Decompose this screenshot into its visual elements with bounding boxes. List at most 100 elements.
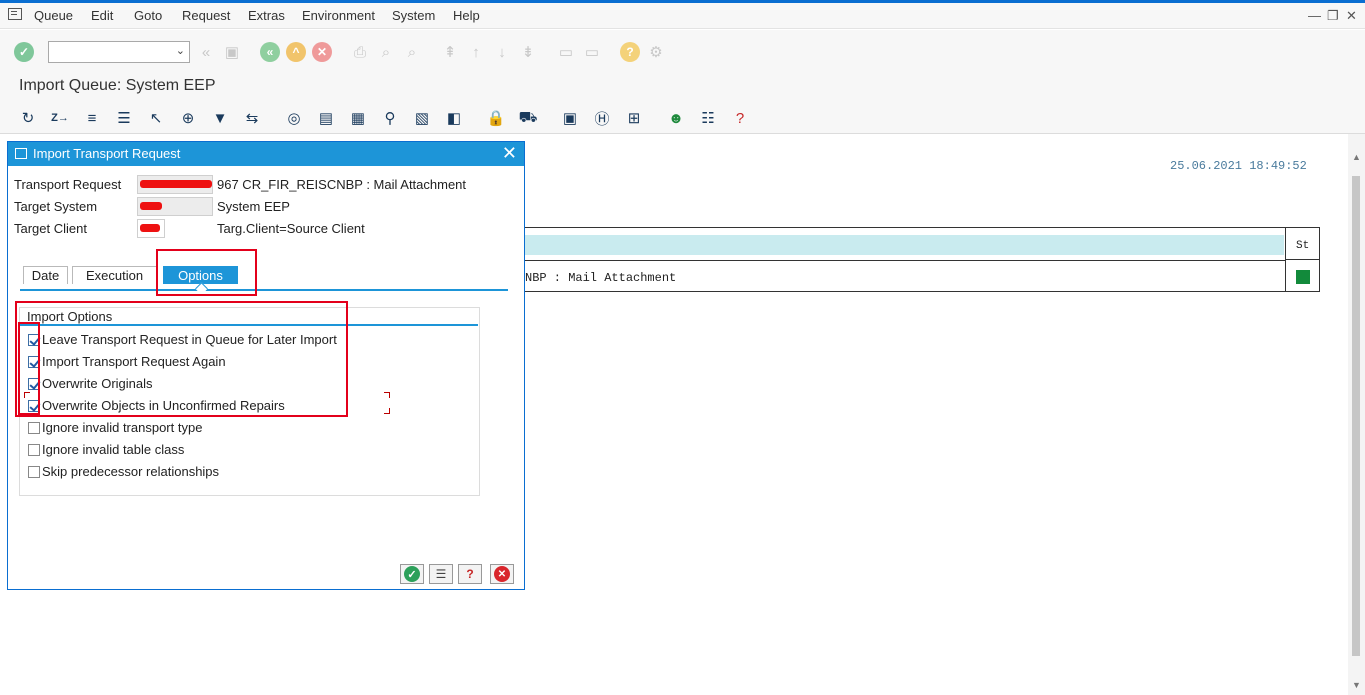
- previous-page-icon[interactable]: ↑: [466, 42, 486, 62]
- menu-extras[interactable]: Extras: [248, 8, 285, 23]
- find-next-icon[interactable]: ⌕: [402, 42, 422, 62]
- settings-gear-icon[interactable]: ⚙: [646, 42, 666, 62]
- filter-icon[interactable]: ▼: [210, 108, 230, 128]
- options-button[interactable]: ☰: [429, 564, 453, 584]
- continue-button[interactable]: ✓: [400, 564, 424, 584]
- dialog-title: Import Transport Request: [33, 146, 181, 161]
- filter-list-icon[interactable]: ☰: [114, 108, 134, 128]
- close-window-icon[interactable]: ✕: [1346, 8, 1357, 24]
- option-label: Ignore invalid transport type: [42, 420, 203, 435]
- enter-icon[interactable]: ✓: [14, 42, 34, 62]
- target-system-description: System EEP: [217, 199, 290, 214]
- scrollbar-thumb[interactable]: [1352, 176, 1360, 656]
- zoom-icon[interactable]: ⊕: [178, 108, 198, 128]
- focus-corner-mark: [384, 408, 390, 414]
- save-icon[interactable]: ▣: [222, 42, 242, 62]
- menu-goto[interactable]: Goto: [134, 8, 162, 23]
- dialog-title-bar[interactable]: Import Transport Request ✕: [8, 142, 524, 166]
- checkbox-unchecked[interactable]: [28, 444, 40, 456]
- user-icon[interactable]: ☻: [666, 108, 686, 128]
- dialog-icon: [15, 148, 27, 159]
- table-divider: [522, 260, 1285, 261]
- option-label: Ignore invalid table class: [42, 442, 185, 457]
- import-all-icon[interactable]: ≡: [82, 108, 102, 128]
- scroll-down-icon[interactable]: ▼: [1352, 680, 1361, 690]
- chevron-down-icon[interactable]: ⌄: [176, 44, 185, 57]
- first-page-icon[interactable]: ⇞: [440, 42, 460, 62]
- menu-system[interactable]: System: [392, 8, 435, 23]
- maximize-icon[interactable]: ❐: [1327, 8, 1339, 24]
- option-label: Skip predecessor relationships: [42, 464, 220, 479]
- page-title: Import Queue: System EEP: [19, 77, 216, 94]
- monitor-icon[interactable]: ▣: [560, 108, 580, 128]
- target-system-field[interactable]: [137, 197, 213, 216]
- next-page-icon[interactable]: ↓: [492, 42, 512, 62]
- options-icon: ☰: [435, 567, 447, 581]
- back-icon[interactable]: «: [260, 42, 280, 62]
- title-bar: Import Queue: System EEP: [0, 72, 1365, 102]
- help-icon[interactable]: ?: [620, 42, 640, 62]
- menu-environment[interactable]: Environment: [302, 8, 375, 23]
- target-system-label: Target System: [14, 199, 98, 214]
- import-icon[interactable]: Z→: [50, 108, 70, 128]
- window-menu-icon[interactable]: [8, 8, 22, 20]
- tab-execution[interactable]: Execution: [72, 266, 157, 284]
- scroll-up-icon[interactable]: ▲: [1352, 152, 1361, 162]
- transport-request-field[interactable]: [137, 175, 213, 194]
- help-button[interactable]: ?: [458, 564, 482, 584]
- application-toolbar: ↻ Z→ ≡ ☰ ↖ ⊕ ▼ ⇆ ◎ ▤ ▦ ⚲ ▧ ◧ 🔒 ⛟ ▣ Ⓗ ⊞ ☻…: [0, 102, 1365, 134]
- truck-icon[interactable]: ⛟: [518, 108, 538, 128]
- layout-icon[interactable]: ▦: [348, 108, 368, 128]
- menu-queue[interactable]: Queue: [34, 8, 73, 23]
- back-fast-icon[interactable]: «: [196, 42, 216, 62]
- tab-strip-line: [20, 289, 508, 291]
- redaction-mark: [140, 202, 162, 210]
- highlight-import-options: [15, 301, 348, 417]
- target-client-field[interactable]: [137, 219, 165, 238]
- list-icon[interactable]: ☷: [698, 108, 718, 128]
- shortcut-icon[interactable]: ▭: [582, 42, 602, 62]
- focus-corner-mark: [384, 392, 390, 398]
- transport-request-label: Transport Request: [14, 177, 122, 192]
- information-icon[interactable]: ?: [730, 108, 750, 128]
- minimize-icon[interactable]: —: [1308, 8, 1321, 23]
- object-list-icon[interactable]: ⚲: [380, 108, 400, 128]
- checkbox-unchecked[interactable]: [28, 422, 40, 434]
- cancel-icon[interactable]: ✕: [312, 42, 332, 62]
- datetime-stamp: 25.06.2021 18:49:52: [1170, 159, 1307, 173]
- system-icon[interactable]: ⊞: [624, 108, 644, 128]
- cancel-icon: ✕: [494, 566, 510, 582]
- help-icon: ?: [466, 567, 474, 581]
- table-row[interactable]: NBP : Mail Attachment: [525, 271, 676, 285]
- close-icon[interactable]: ✕: [502, 143, 517, 164]
- logs-icon[interactable]: ▧: [412, 108, 432, 128]
- print-icon[interactable]: ⎙: [350, 42, 370, 62]
- select-icon[interactable]: ↖: [146, 108, 166, 128]
- cancel-button[interactable]: ✕: [490, 564, 514, 584]
- tab-date[interactable]: Date: [23, 266, 68, 284]
- menu-request[interactable]: Request: [182, 8, 230, 23]
- create-session-icon[interactable]: ▭: [556, 42, 576, 62]
- vertical-scrollbar[interactable]: ▲ ▼: [1348, 134, 1365, 695]
- status-column-header: St: [1285, 228, 1319, 260]
- history-icon[interactable]: Ⓗ: [592, 108, 612, 128]
- display-icon[interactable]: ◎: [284, 108, 304, 128]
- standard-toolbar: ✓ ⌄ « ▣ « ^ ✕ ⎙ ⌕ ⌕ ⇞ ↑ ↓ ⇟ ▭ ▭ ? ⚙: [0, 30, 1365, 72]
- find-icon[interactable]: ⌕: [376, 42, 396, 62]
- document-icon[interactable]: ▤: [316, 108, 336, 128]
- command-field[interactable]: ⌄: [48, 41, 190, 63]
- refresh-icon[interactable]: ↻: [18, 108, 38, 128]
- menu-edit[interactable]: Edit: [91, 8, 113, 23]
- transport-icon[interactable]: ⇆: [242, 108, 262, 128]
- checkbox-unchecked[interactable]: [28, 466, 40, 478]
- exit-icon[interactable]: ^: [286, 42, 306, 62]
- details-icon[interactable]: ◧: [444, 108, 464, 128]
- target-client-description: Targ.Client=Source Client: [217, 221, 365, 236]
- redaction-mark: [140, 224, 160, 232]
- menu-help[interactable]: Help: [453, 8, 480, 23]
- status-cell: [1285, 260, 1319, 292]
- last-page-icon[interactable]: ⇟: [518, 42, 538, 62]
- transport-request-description: 967 CR_FIR_REISCNBP : Mail Attachment: [217, 177, 467, 192]
- lock-icon[interactable]: 🔒: [486, 108, 506, 128]
- highlight-options-tab: [156, 249, 257, 296]
